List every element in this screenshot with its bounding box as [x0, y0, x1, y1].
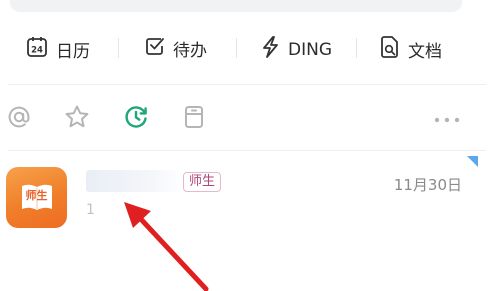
recent-clock-icon[interactable]	[123, 104, 149, 134]
todo-checkbox-icon	[145, 36, 165, 61]
avatar: 师生	[6, 167, 67, 228]
at-mention-icon[interactable]	[6, 104, 32, 134]
divider	[8, 150, 486, 151]
todo-button[interactable]: 待办	[145, 36, 207, 61]
separator	[236, 38, 237, 58]
document-button[interactable]: 文档	[380, 36, 442, 63]
ding-button[interactable]: DING	[260, 36, 332, 63]
unread-corner-flag	[467, 156, 478, 167]
more-dots-icon[interactable]	[432, 110, 462, 129]
conversation-name-blurred	[86, 170, 182, 192]
calendar-icon: 24	[26, 36, 48, 63]
archive-box-icon[interactable]	[183, 104, 205, 134]
document-label: 文档	[408, 42, 442, 62]
quick-actions-bar: 24 日历 待办 DING 文档	[0, 26, 498, 70]
divider	[8, 84, 486, 85]
avatar-text: 师生	[25, 188, 48, 202]
separator	[356, 38, 357, 58]
calendar-button[interactable]: 24 日历	[26, 36, 90, 63]
book-icon: 师生	[20, 183, 54, 213]
star-icon[interactable]	[64, 104, 90, 134]
conversation-list-item[interactable]: 师生 师生 11月30日 1	[0, 156, 498, 236]
calendar-badge: 24	[31, 46, 43, 56]
ding-label: DING	[288, 39, 332, 60]
conversation-date: 11月30日	[393, 176, 462, 194]
ding-lightning-icon	[260, 36, 280, 63]
document-icon	[380, 36, 400, 63]
separator	[118, 38, 119, 58]
calendar-label: 日历	[56, 42, 90, 62]
search-bar[interactable]	[10, 0, 462, 12]
message-preview: 1	[86, 202, 95, 218]
filter-tabs	[0, 98, 498, 138]
group-tag: 师生	[183, 172, 222, 192]
todo-label: 待办	[173, 41, 207, 61]
search-bar-area	[0, 0, 498, 12]
